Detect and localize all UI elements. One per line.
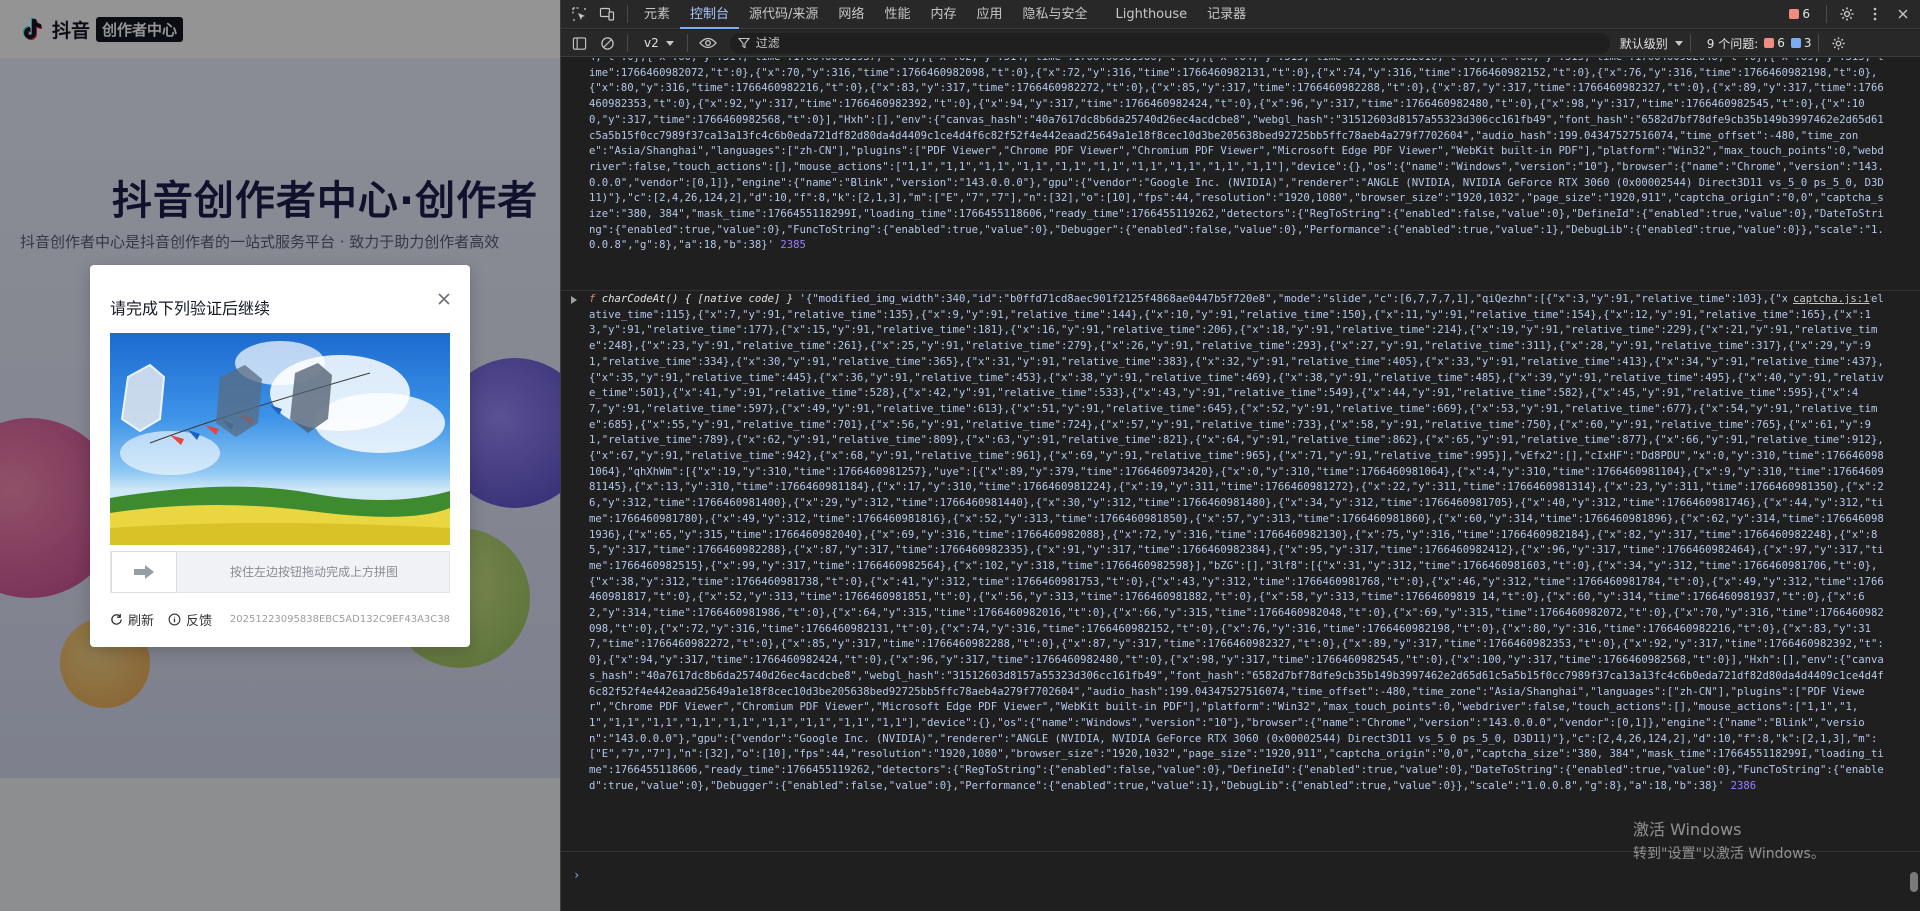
filter-icon — [737, 37, 750, 49]
filter-input[interactable] — [755, 36, 1596, 50]
slider-hint: 按住左边按钮拖动完成上方拼图 — [229, 565, 398, 579]
log-string: 4,"t":0},{"x":60,"y":314,"time":17664609… — [589, 58, 1884, 252]
triangle-down-icon — [665, 41, 674, 46]
watermark-line-2: 转到"设置"以激活 Windows。 — [1633, 846, 1825, 862]
issues-summary-label: 9 个问题: — [1706, 36, 1759, 51]
tab-separator — [1826, 5, 1827, 23]
issues-info-count: 3 — [1803, 36, 1812, 50]
more-options-icon[interactable] — [1861, 0, 1889, 28]
captcha-title: 请完成下列验证后继续 — [110, 299, 271, 318]
captcha-puzzle-image — [110, 333, 450, 545]
warning-icon — [1764, 38, 1775, 48]
tab-performance[interactable]: 性能 — [874, 0, 920, 29]
arrow-right-icon — [134, 565, 154, 579]
console-output: 4,"t":0},{"x":60,"y":314,"time":17664609… — [561, 58, 1920, 911]
console-message: 4,"t":0},{"x":60,"y":314,"time":17664609… — [561, 58, 1920, 291]
tab-privacy-security[interactable]: 隐私与安全 — [1012, 0, 1097, 29]
issues-badge-count: 6 — [1802, 7, 1810, 21]
issues-warn-count: 6 — [1777, 36, 1785, 50]
source-link[interactable]: captcha.js:1 — [1787, 292, 1870, 308]
tab-network[interactable]: 网络 — [828, 0, 874, 29]
log-level-select[interactable]: 默认级别 — [1620, 35, 1684, 52]
log-count: 2386 — [1730, 779, 1757, 792]
windows-activation-watermark: 激活 Windows 转到"设置"以激活 Windows。 — [1633, 818, 1893, 866]
console-settings-gear-icon[interactable] — [1825, 29, 1853, 57]
feedback-button[interactable]: 反馈 — [168, 610, 212, 629]
watermark-line-1: 激活 Windows — [1633, 820, 1742, 839]
devtools-tabbar: 元素 控制台 源代码/来源 网络 性能 内存 应用 隐私与安全 Lighthou… — [561, 0, 1920, 29]
gear-icon[interactable] — [1833, 0, 1861, 28]
context-select-value: v2 — [644, 36, 659, 50]
toolbar-separator — [627, 34, 628, 52]
expand-triangle-icon[interactable] — [571, 296, 577, 304]
devtools-panel: 元素 控制台 源代码/来源 网络 性能 内存 应用 隐私与安全 Lighthou… — [560, 0, 1920, 911]
tab-elements[interactable]: 元素 — [634, 0, 680, 29]
issues-summary[interactable]: 9 个问题: 6 3 — [1707, 35, 1812, 52]
tab-memory[interactable]: 内存 — [920, 0, 966, 29]
console-message-text: 4,"t":0},{"x":60,"y":314,"time":17664609… — [589, 58, 1889, 290]
captcha-slider-track: 按住左边按钮拖动完成上方拼图 — [110, 551, 450, 593]
refresh-icon — [111, 613, 122, 625]
console-message-text: f charCodeAt() { [native code] } '{"modi… — [589, 292, 1889, 844]
log-function-keyword: f — [589, 293, 596, 305]
context-select[interactable]: v2 — [638, 34, 681, 52]
scrollbar-thumb[interactable] — [1910, 872, 1918, 892]
info-icon — [1790, 38, 1801, 48]
tab-sources[interactable]: 源代码/来源 — [739, 0, 828, 29]
refresh-button[interactable]: 刷新 — [110, 610, 154, 629]
toolbar-separator — [1817, 34, 1819, 52]
toolbar-separator — [686, 34, 688, 52]
page: { "site": { "logo_name": "抖音", "logo_bad… — [0, 0, 1920, 911]
triangle-down-icon — [1674, 41, 1683, 46]
creator-site: 抖音 创作者中心 抖音创作者中心·创作者 抖音创作者中心是抖音创作者的一站式服务… — [0, 0, 560, 911]
console-scrollbar[interactable] — [1907, 58, 1920, 911]
log-function-name: charCodeAt() { [native code] } — [601, 293, 794, 305]
refresh-label: 刷新 — [128, 613, 155, 629]
slider-handle[interactable] — [111, 551, 177, 593]
devtools-tabbar-right: 6 — [1789, 0, 1920, 29]
console-prompt: › — [561, 866, 1920, 886]
feedback-label: 反馈 — [186, 613, 213, 629]
console-input[interactable] — [589, 866, 1889, 886]
tab-console[interactable]: 控制台 — [680, 0, 740, 29]
tab-separator — [627, 5, 628, 23]
sidebar-toggle-icon[interactable] — [565, 29, 593, 57]
captcha-dialog: 请完成下列验证后继续 按住左边按钮拖动完成上方拼图 刷新 反馈 20251223… — [90, 265, 470, 647]
device-toolbar-icon[interactable] — [593, 0, 621, 28]
inspect-element-icon[interactable] — [565, 0, 593, 28]
toolbar-separator — [1689, 34, 1691, 52]
filter-box — [729, 32, 1610, 54]
captcha-footer: 刷新 反馈 20251223095838EBC5AD132C9EF43A3C38 — [110, 609, 450, 629]
close-devtools-icon[interactable] — [1889, 0, 1917, 28]
log-string: '{"modified_img_width":340,"id":"b0ffd71… — [589, 293, 1884, 792]
tab-lighthouse[interactable]: Lighthouse — [1106, 0, 1198, 29]
log-count: 2385 — [780, 239, 806, 252]
tab-recorder[interactable]: 记录器 — [1197, 0, 1256, 29]
console-toolbar: v2 默认级别 9 个问题: 6 3 — [561, 30, 1920, 57]
tab-application[interactable]: 应用 — [966, 0, 1012, 29]
clear-console-icon[interactable] — [593, 29, 621, 57]
issues-badge[interactable]: 6 — [1789, 7, 1810, 21]
log-level-label: 默认级别 — [1619, 36, 1668, 51]
warning-icon — [1789, 9, 1800, 19]
prompt-chevron-icon: › — [573, 868, 581, 882]
info-circle-icon — [168, 613, 181, 625]
close-icon[interactable] — [430, 285, 458, 313]
captcha-id: 20251223095838EBC5AD132C9EF43A3C38 — [229, 613, 450, 625]
console-message: f charCodeAt() { [native code] } '{"modi… — [561, 292, 1920, 852]
eye-icon[interactable] — [694, 29, 722, 57]
